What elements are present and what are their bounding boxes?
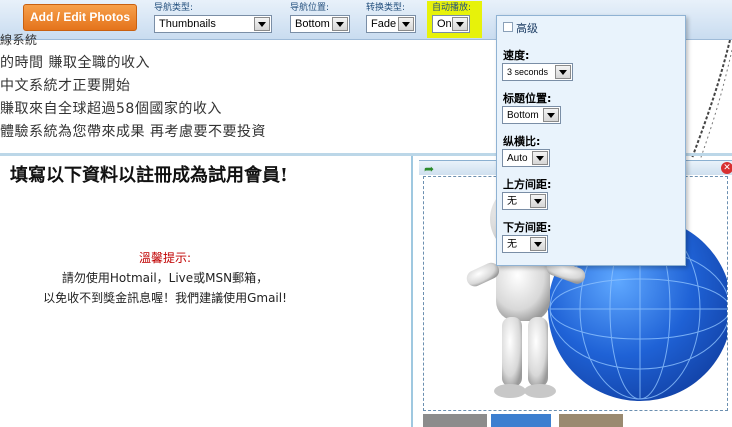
transition-select[interactable]: Fade: [366, 15, 416, 33]
thumbnail[interactable]: [491, 414, 551, 427]
chevron-down-icon[interactable]: [543, 108, 559, 122]
aspect-ratio-label: 纵横比:: [503, 135, 541, 148]
add-edit-photos-button[interactable]: Add / Edit Photos: [23, 4, 137, 31]
nav-type-select[interactable]: Thumbnails: [154, 15, 272, 33]
transition-label: 转换类型:: [366, 3, 406, 13]
marquee-line: 賺取來自全球超過58個國家的收入: [0, 101, 222, 117]
nav-position-select[interactable]: Bottom: [290, 15, 350, 33]
speed-value: 3 seconds: [507, 67, 549, 77]
marquee-line: 的時間 賺取全職的收入: [0, 55, 150, 71]
aspect-ratio-value: Auto: [507, 153, 528, 164]
autoplay-value: On: [437, 18, 452, 30]
marquee-line: 中文系統才正要開始: [0, 78, 131, 94]
chevron-down-icon[interactable]: [452, 17, 468, 31]
speed-label: 速度:: [503, 49, 530, 62]
advanced-settings-popup: 高级 速度: 3 seconds 标题位置: Bottom 纵横比: Auto …: [496, 15, 686, 266]
bottom-margin-value: 无: [507, 239, 517, 250]
registration-panel: 填寫以下資料以註冊成為試用會員! 溫馨提示: 請勿使用Hotmail，Live或…: [0, 156, 413, 427]
autoplay-label: 自动播放:: [432, 3, 472, 13]
nav-type-label: 导航类型:: [154, 3, 194, 13]
nav-type-value: Thumbnails: [159, 18, 216, 30]
nav-position-group: 导航位置: Bottom: [290, 3, 350, 33]
transition-group: 转换类型: Fade: [366, 3, 416, 33]
arrow-icon[interactable]: ➦: [424, 162, 434, 176]
chevron-down-icon[interactable]: [555, 65, 571, 79]
notice-line: 請勿使用Hotmail，Live或MSN郵箱，: [61, 271, 269, 285]
speed-select[interactable]: 3 seconds: [502, 63, 573, 81]
aspect-ratio-select[interactable]: Auto: [502, 149, 550, 167]
advanced-checkbox[interactable]: [503, 22, 513, 32]
chevron-down-icon[interactable]: [530, 237, 546, 251]
title-position-value: Bottom: [507, 110, 539, 121]
thumbnail[interactable]: [423, 414, 487, 427]
thumbnail[interactable]: [559, 414, 623, 427]
autoplay-group: 自动播放: On: [432, 3, 471, 33]
registration-title: 填寫以下資料以註冊成為試用會員!: [10, 165, 288, 186]
marquee-line: 線系統: [0, 33, 38, 47]
bottom-margin-select[interactable]: 无: [502, 235, 548, 253]
notice-line: 以免收不到獎金訊息喔！我們建議使用Gmail!: [43, 291, 287, 305]
chevron-down-icon[interactable]: [530, 194, 546, 208]
top-margin-value: 无: [507, 196, 517, 207]
autoplay-select[interactable]: On: [432, 15, 470, 33]
marquee-line: 體驗系統為您帶來成果 再考慮要不要投資: [0, 124, 266, 140]
bottom-margin-label: 下方间距:: [503, 221, 552, 234]
chevron-down-icon[interactable]: [332, 17, 348, 31]
nav-position-label: 导航位置:: [290, 3, 330, 13]
close-icon[interactable]: ✕: [721, 162, 732, 174]
transition-value: Fade: [371, 18, 397, 30]
top-margin-label: 上方间距:: [503, 178, 552, 191]
advanced-label: 高级: [516, 22, 538, 35]
title-position-label: 标题位置:: [503, 92, 552, 105]
nav-type-group: 导航类型: Thumbnails: [154, 3, 272, 33]
title-position-select[interactable]: Bottom: [502, 106, 561, 124]
nav-position-value: Bottom: [295, 18, 330, 30]
chevron-down-icon[interactable]: [532, 151, 548, 165]
chevron-down-icon[interactable]: [254, 17, 270, 31]
top-margin-select[interactable]: 无: [502, 192, 548, 210]
notice-title: 溫馨提示:: [138, 251, 192, 265]
chevron-down-icon[interactable]: [398, 17, 414, 31]
decorative-swirl: [691, 40, 732, 160]
